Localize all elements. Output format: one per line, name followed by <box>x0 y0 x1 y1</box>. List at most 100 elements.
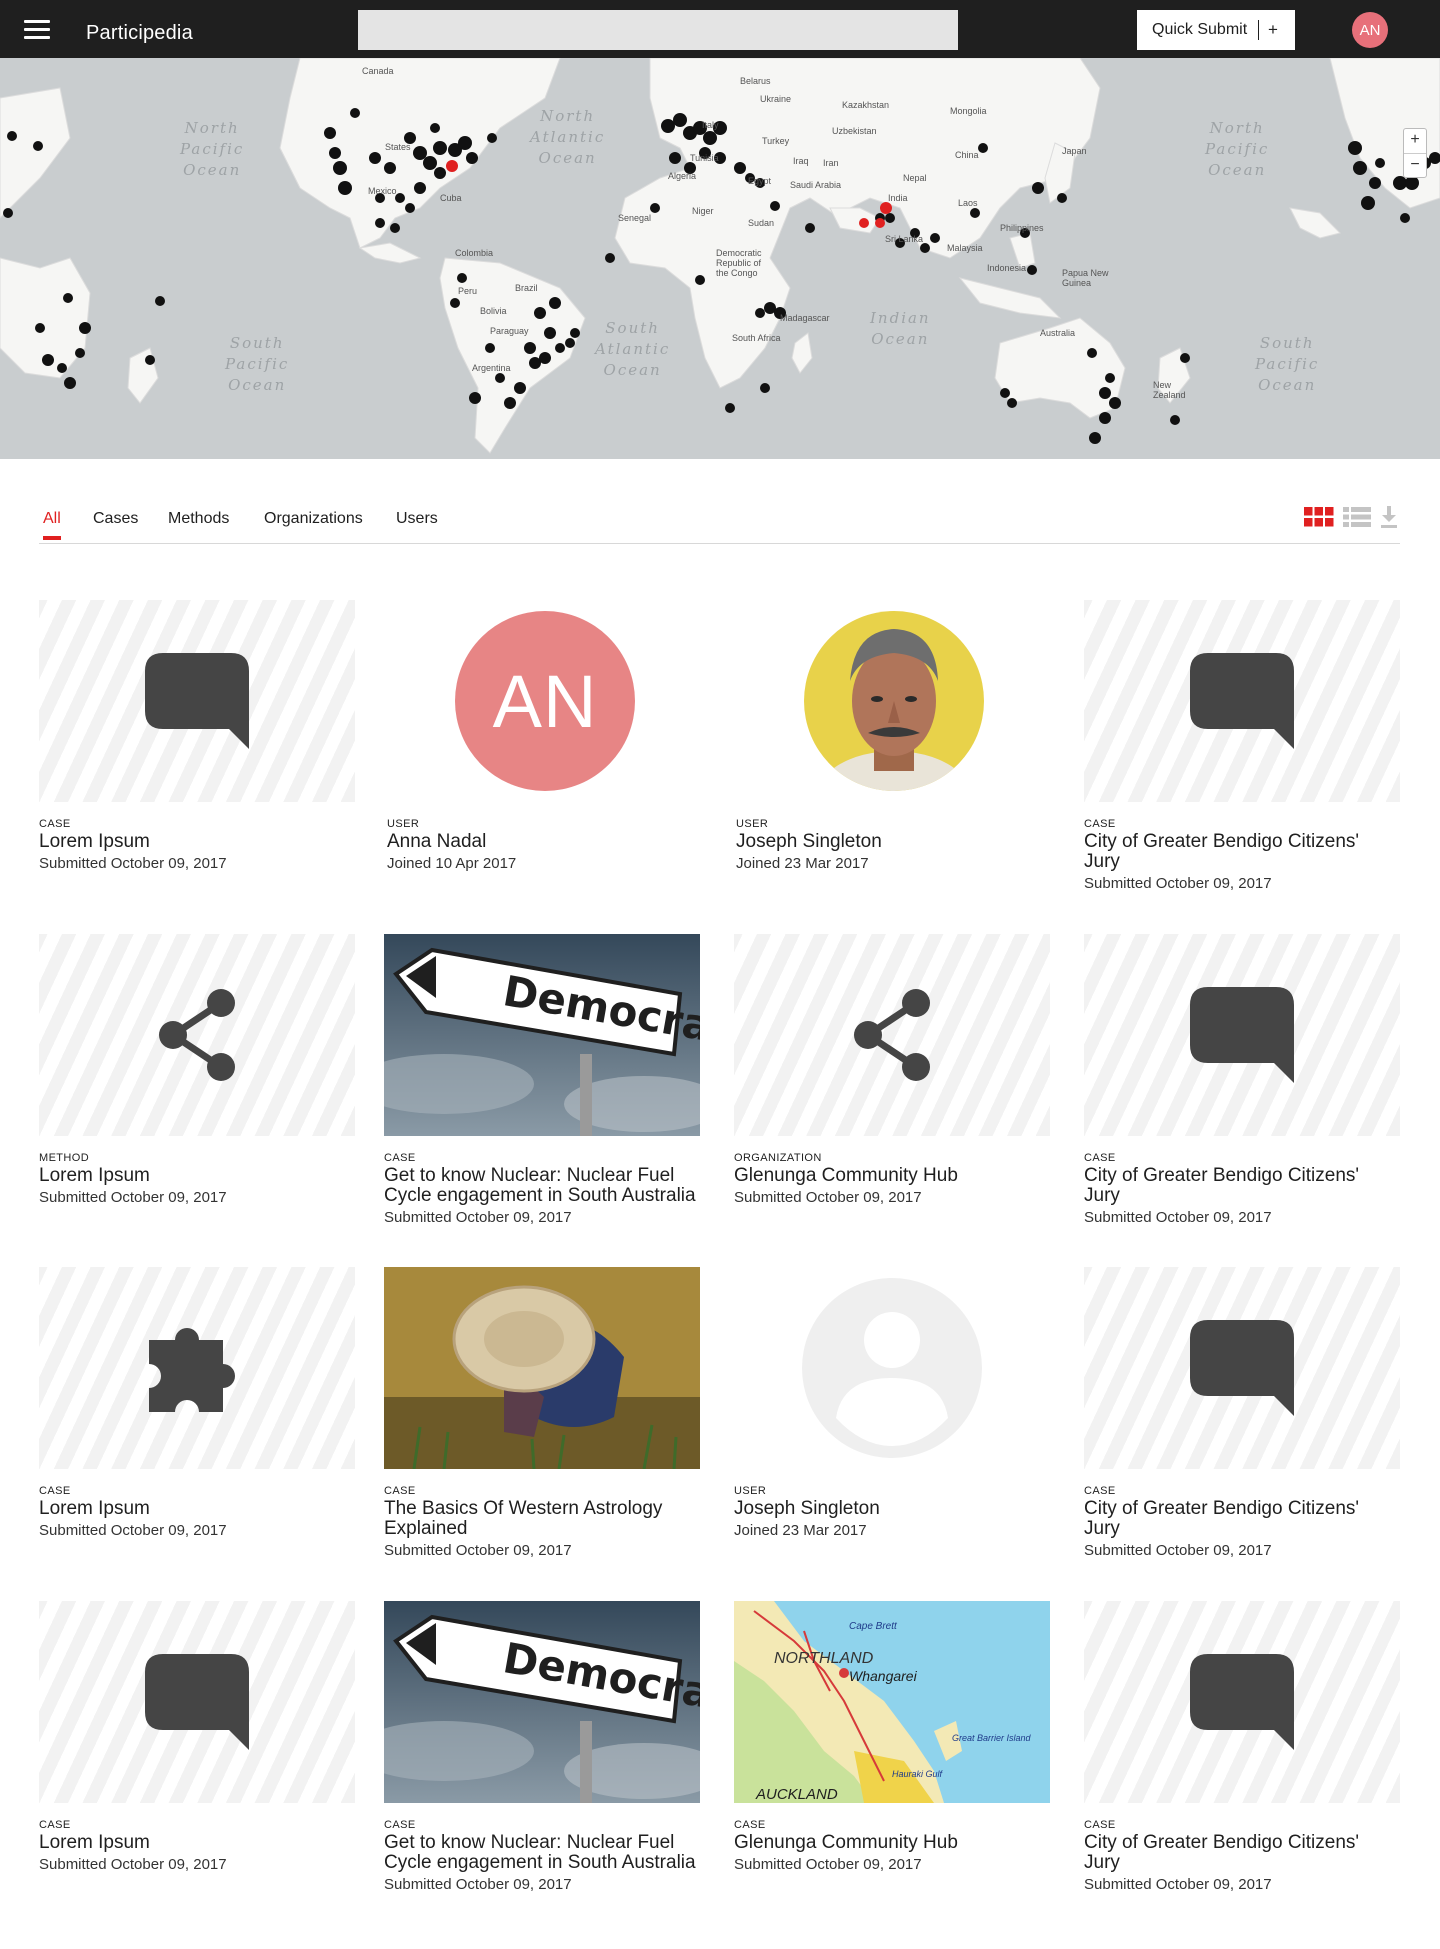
card-title-block: City of Greater Bendigo Citizens' Jury S… <box>1084 832 1400 893</box>
case-card[interactable]: Democracy CASE Get to know Nuclear: Nucl… <box>384 1601 700 1893</box>
list-view-icon[interactable] <box>1343 507 1371 527</box>
card-media: Democracy <box>384 934 700 1136</box>
card-media <box>39 600 355 802</box>
card-title[interactable]: Lorem Ipsum <box>39 1499 355 1519</box>
card-meta: Submitted October 09, 2017 <box>1084 1542 1272 1559</box>
country-label: Iran <box>823 158 839 168</box>
map-label: Cape Brett <box>849 1621 898 1632</box>
ocean-label: North Atlantic Ocean <box>530 107 606 167</box>
user-card[interactable]: AN USER Anna Nadal Joined 10 Apr 2017 <box>387 600 703 872</box>
card-media <box>384 1267 700 1469</box>
quick-submit-divider <box>1258 20 1259 40</box>
case-card[interactable]: CASE Lorem Ipsum Submitted October 09, 2… <box>39 600 355 872</box>
world-map[interactable]: North Pacific Ocean North Atlantic Ocean Nor… <box>0 58 1440 459</box>
country-label: Argentina <box>472 363 511 373</box>
card-title[interactable]: City of Greater Bendigo Citizens' Jury <box>1084 1833 1400 1873</box>
card-title[interactable]: Lorem Ipsum <box>39 1833 355 1853</box>
card-title-block: Get to know Nuclear: Nuclear Fuel Cycle … <box>384 1166 700 1227</box>
card-meta: Submitted October 09, 2017 <box>1084 875 1272 892</box>
card-title[interactable]: City of Greater Bendigo Citizens' Jury <box>1084 832 1400 872</box>
user-avatar[interactable]: AN <box>1352 12 1388 48</box>
case-card[interactable]: CASE City of Greater Bendigo Citizens' J… <box>1084 934 1400 1226</box>
country-label: Turkey <box>762 136 790 146</box>
country-label: Brazil <box>515 283 538 293</box>
case-card[interactable]: CASE City of Greater Bendigo Citizens' J… <box>1084 600 1400 892</box>
country-label: Belarus <box>740 76 771 86</box>
case-card[interactable]: Democracy CASE Get to know Nuclear: Nucl… <box>384 934 700 1226</box>
user-card[interactable]: USER Joseph Singleton Joined 23 Mar 2017 <box>734 1267 1050 1539</box>
card-meta: Joined 10 Apr 2017 <box>387 855 517 872</box>
card-type: CASE <box>39 818 71 830</box>
organization-card[interactable]: ORGANIZATION Glenunga Community Hub Subm… <box>734 934 1050 1206</box>
case-card[interactable]: Cape Brett NORTHLAND Whangarei Great Bar… <box>734 1601 1050 1873</box>
case-card[interactable]: CASE City of Greater Bendigo Citizens' J… <box>1084 1601 1400 1893</box>
card-title[interactable]: Anna Nadal <box>387 832 703 852</box>
country-label: Sudan <box>748 218 775 228</box>
site-logo[interactable]: Participedia <box>86 22 193 45</box>
card-title[interactable]: Glenunga Community Hub <box>734 1166 1050 1186</box>
card-title[interactable]: Joseph Singleton <box>734 1499 1050 1519</box>
tab-cases[interactable]: Cases <box>93 510 138 540</box>
grid-view-icon[interactable] <box>1304 507 1334 527</box>
zoom-out-button[interactable]: − <box>1404 153 1426 177</box>
country-label: Australia <box>1040 328 1076 338</box>
card-title-block: City of Greater Bendigo Citizens' Jury S… <box>1084 1166 1400 1227</box>
country-label: Algeria <box>668 171 697 181</box>
card-type: CASE <box>1084 1485 1116 1497</box>
country-label: Kazakhstan <box>842 100 890 110</box>
ocean-label: North Pacific Ocean <box>180 119 245 179</box>
download-icon[interactable] <box>1380 506 1398 528</box>
card-title-block: Anna Nadal Joined 10 Apr 2017 <box>387 832 703 873</box>
card-title-block: Lorem Ipsum Submitted October 09, 2017 <box>39 1833 355 1874</box>
card-title[interactable]: City of Greater Bendigo Citizens' Jury <box>1084 1499 1400 1539</box>
country-label: Saudi Arabia <box>790 180 842 190</box>
user-card[interactable]: USER Joseph Singleton Joined 23 Mar 2017 <box>736 600 1052 872</box>
case-card[interactable]: CASE The Basics Of Western Astrology Exp… <box>384 1267 700 1559</box>
democracy-sign-photo: Democracy <box>384 934 700 1136</box>
card-title[interactable]: Get to know Nuclear: Nuclear Fuel Cycle … <box>384 1833 700 1873</box>
card-media <box>734 1267 1050 1469</box>
card-title-block: Lorem Ipsum Submitted October 09, 2017 <box>39 832 355 873</box>
country-label: Malaysia <box>947 243 983 253</box>
card-title[interactable]: City of Greater Bendigo Citizens' Jury <box>1084 1166 1400 1206</box>
menu-icon[interactable] <box>24 20 50 40</box>
card-title[interactable]: Lorem Ipsum <box>39 1166 355 1186</box>
tab-all[interactable]: All <box>43 510 61 540</box>
tab-users[interactable]: Users <box>396 510 438 540</box>
card-media: Democracy <box>384 1601 700 1803</box>
card-meta: Submitted October 09, 2017 <box>734 1856 922 1873</box>
card-title[interactable]: Glenunga Community Hub <box>734 1833 1050 1853</box>
chat-bubble-icon <box>1190 1320 1294 1416</box>
tab-organizations[interactable]: Organizations <box>264 510 363 540</box>
card-title-block: Lorem Ipsum Submitted October 09, 2017 <box>39 1499 355 1540</box>
card-title[interactable]: Joseph Singleton <box>736 832 1052 852</box>
card-type: CASE <box>1084 818 1116 830</box>
case-card[interactable]: CASE City of Greater Bendigo Citizens' J… <box>1084 1267 1400 1559</box>
country-label: Colombia <box>455 248 494 258</box>
card-title[interactable]: Lorem Ipsum <box>39 832 355 852</box>
country-label: Tunisia <box>690 153 719 163</box>
democracy-sign-photo: Democracy <box>384 1601 700 1803</box>
card-title[interactable]: The Basics Of Western Astrology Explaine… <box>384 1499 700 1539</box>
chat-bubble-icon <box>1190 987 1294 1083</box>
quick-submit-button[interactable]: Quick Submit + <box>1137 10 1295 50</box>
case-card[interactable]: CASE Lorem Ipsum Submitted October 09, 2… <box>39 1267 355 1539</box>
country-label: India <box>888 193 908 203</box>
user-photo <box>804 611 984 791</box>
search-input[interactable] <box>358 10 958 50</box>
card-type: CASE <box>384 1485 416 1497</box>
card-meta: Submitted October 09, 2017 <box>39 1856 227 1873</box>
map-label: NORTHLAND <box>774 1650 874 1667</box>
method-card[interactable]: METHOD Lorem Ipsum Submitted October 09,… <box>39 934 355 1206</box>
zoom-in-button[interactable]: + <box>1404 129 1426 153</box>
map-label: Whangarei <box>849 1668 918 1684</box>
case-card[interactable]: CASE Lorem Ipsum Submitted October 09, 2… <box>39 1601 355 1873</box>
card-type: CASE <box>1084 1819 1116 1831</box>
card-type: USER <box>387 818 420 830</box>
card-media <box>734 934 1050 1136</box>
card-title[interactable]: Get to know Nuclear: Nuclear Fuel Cycle … <box>384 1166 700 1206</box>
country-label: Democratic Republic of the Congo <box>716 248 762 278</box>
ocean-label: South Atlantic Ocean <box>595 319 671 379</box>
tab-methods[interactable]: Methods <box>168 510 229 540</box>
avatar: AN <box>455 611 635 791</box>
